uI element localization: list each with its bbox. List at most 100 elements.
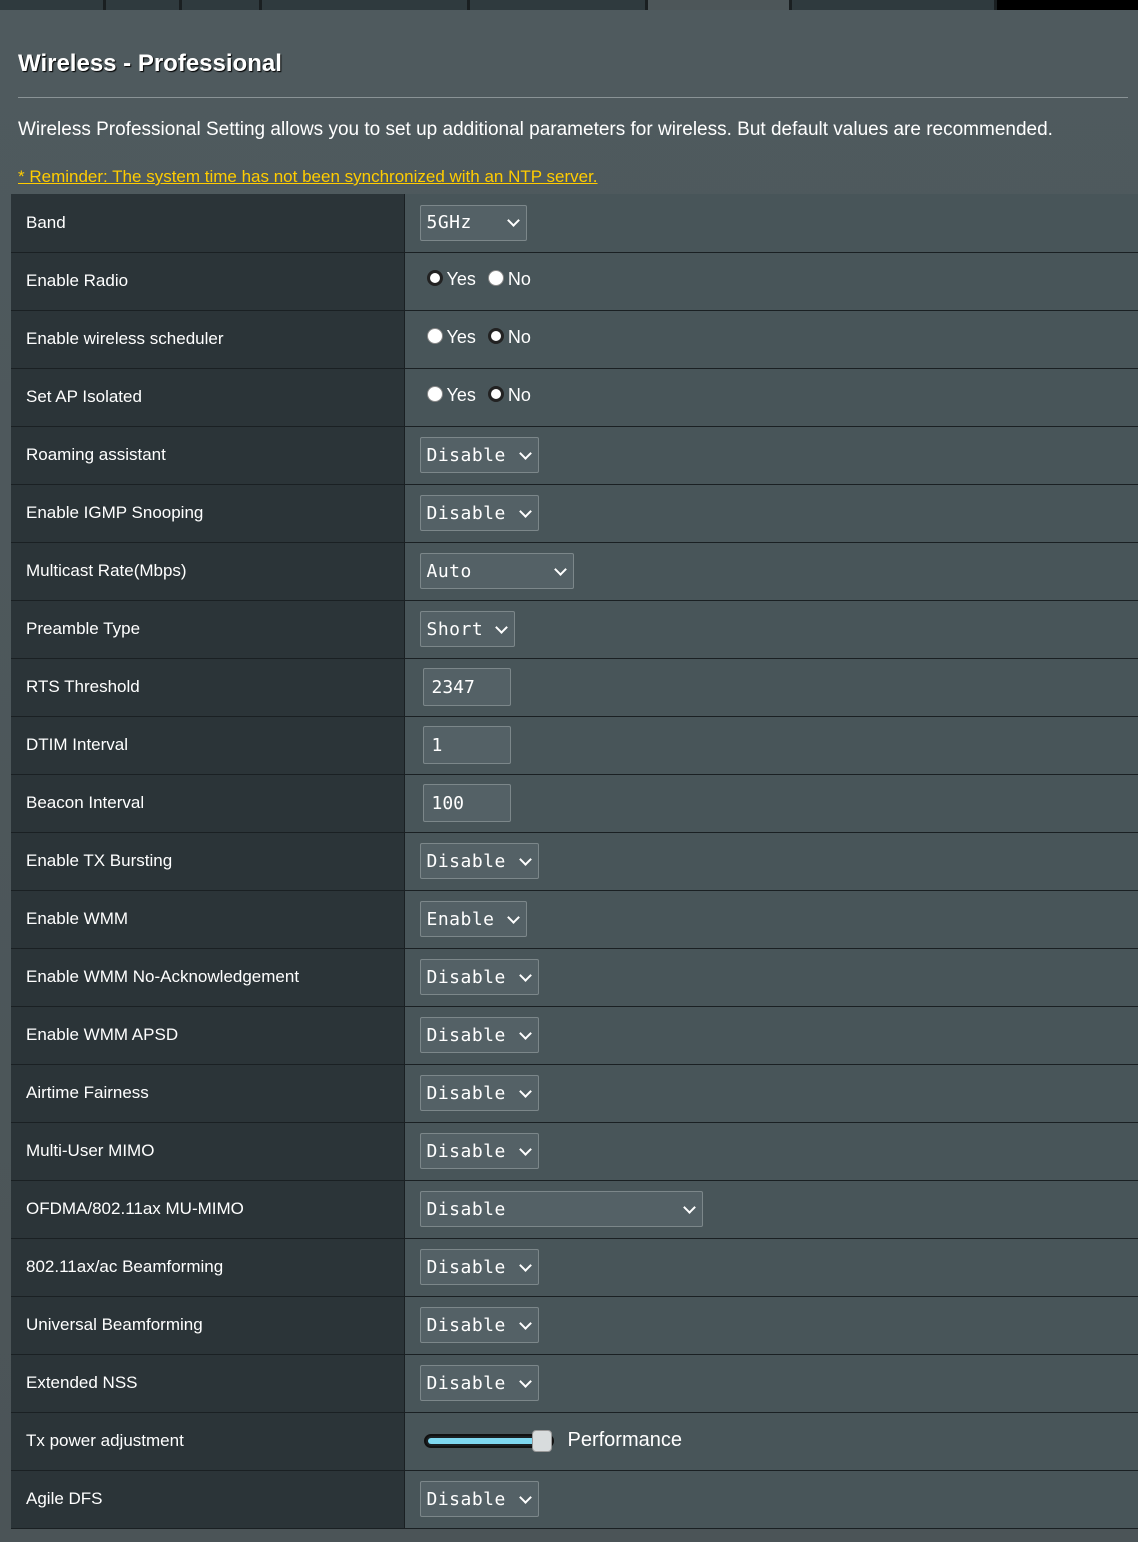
page-description: Wireless Professional Setting allows you…	[18, 119, 1053, 140]
row-multicast-rate: Multicast Rate(Mbps) Auto	[11, 542, 1138, 601]
tx-power-slider-fill	[427, 1437, 544, 1444]
tab-1[interactable]	[0, 0, 106, 10]
beamforming-select[interactable]: Disable	[419, 1249, 539, 1285]
row-agile-dfs: Agile DFS Disable	[11, 1470, 1138, 1529]
ap-isolated-yes-label: Yes	[446, 385, 476, 406]
row-wmm-no-ack: Enable WMM No-Acknowledgement Disable	[11, 948, 1138, 1007]
preamble-type-value: Short	[426, 618, 484, 640]
chevron-down-icon	[506, 910, 520, 924]
ofdma-value: Disable	[426, 1198, 506, 1220]
tab-8[interactable]	[997, 0, 1138, 10]
tx-bursting-select[interactable]: Disable	[419, 843, 539, 879]
extended-nss-select[interactable]: Disable	[419, 1365, 539, 1401]
chevron-down-icon	[494, 620, 508, 634]
row-igmp-snooping: Enable IGMP Snooping Disable	[11, 484, 1138, 543]
igmp-snooping-select[interactable]: Disable	[419, 495, 539, 531]
ap-isolated-yes-radio[interactable]	[426, 385, 443, 402]
row-beacon-interval: Beacon Interval 100	[11, 774, 1138, 833]
multicast-rate-select[interactable]: Auto	[419, 553, 574, 589]
label-band: Band	[11, 194, 404, 253]
beacon-interval-input[interactable]: 100	[422, 784, 511, 822]
chevron-down-icon	[518, 1316, 532, 1330]
label-wmm: Enable WMM	[11, 890, 404, 949]
row-beamforming: 802.11ax/ac Beamforming Disable	[11, 1238, 1138, 1297]
label-preamble-type: Preamble Type	[11, 600, 404, 659]
title-divider	[18, 97, 1128, 98]
chevron-down-icon	[506, 214, 520, 228]
label-enable-radio: Enable Radio	[11, 252, 404, 311]
rts-threshold-input[interactable]: 2347	[422, 668, 511, 706]
row-universal-beamforming: Universal Beamforming Disable	[11, 1296, 1138, 1355]
label-extended-nss: Extended NSS	[11, 1354, 404, 1413]
chevron-down-icon	[518, 1374, 532, 1388]
band-select[interactable]: 5GHz	[419, 204, 527, 241]
chevron-down-icon	[518, 852, 532, 866]
label-agile-dfs: Agile DFS	[11, 1470, 404, 1529]
row-ofdma: OFDMA/802.11ax MU-MIMO Disable	[11, 1180, 1138, 1239]
chevron-down-icon	[518, 1026, 532, 1040]
extended-nss-value: Disable	[426, 1372, 506, 1394]
airtime-fairness-select[interactable]: Disable	[419, 1075, 539, 1111]
row-dtim-interval: DTIM Interval 1	[11, 716, 1138, 775]
wmm-value: Enable	[426, 908, 495, 930]
chevron-down-icon	[518, 1084, 532, 1098]
wmm-no-ack-value: Disable	[426, 966, 506, 988]
tab-5[interactable]	[470, 0, 648, 10]
row-wmm: Enable WMM Enable	[11, 890, 1138, 949]
dtim-interval-input[interactable]: 1	[422, 726, 511, 764]
row-tx-bursting: Enable TX Bursting Disable	[11, 832, 1138, 891]
tab-7[interactable]	[792, 0, 997, 10]
airtime-fairness-value: Disable	[426, 1082, 506, 1104]
tab-4[interactable]	[262, 0, 470, 10]
enable-radio-no-radio[interactable]	[487, 269, 504, 286]
scheduler-no-radio[interactable]	[487, 327, 504, 344]
tx-power-slider[interactable]	[423, 1429, 554, 1452]
tx-bursting-value: Disable	[426, 850, 506, 872]
row-enable-radio: Enable Radio Yes No	[11, 252, 1138, 311]
preamble-type-select[interactable]: Short	[419, 611, 515, 647]
chevron-down-icon	[518, 968, 532, 982]
wmm-apsd-select[interactable]: Disable	[419, 1017, 539, 1053]
agile-dfs-value: Disable	[426, 1488, 506, 1510]
ap-isolated-radio-group: Yes No	[426, 385, 543, 406]
label-roaming-assistant: Roaming assistant	[11, 426, 404, 485]
wmm-select[interactable]: Enable	[419, 901, 527, 937]
tab-professional[interactable]	[648, 0, 792, 10]
settings-page: Wireless - Professional Wireless Profess…	[0, 10, 1138, 1542]
top-tab-bar	[0, 0, 1138, 10]
universal-beamforming-select[interactable]: Disable	[419, 1307, 539, 1343]
tab-3[interactable]	[182, 0, 262, 10]
row-preamble-type: Preamble Type Short	[11, 600, 1138, 659]
enable-radio-no-label: No	[507, 269, 531, 290]
chevron-down-icon	[518, 504, 532, 518]
roaming-assistant-select[interactable]: Disable	[419, 437, 539, 473]
ap-isolated-no-radio[interactable]	[487, 385, 504, 402]
enable-radio-yes-label: Yes	[446, 269, 476, 290]
roaming-assistant-value: Disable	[426, 444, 506, 466]
scheduler-yes-radio[interactable]	[426, 327, 443, 344]
label-multicast-rate: Multicast Rate(Mbps)	[11, 542, 404, 601]
row-wmm-apsd: Enable WMM APSD Disable	[11, 1006, 1138, 1065]
row-airtime-fairness: Airtime Fairness Disable	[11, 1064, 1138, 1123]
tx-power-slider-thumb[interactable]	[531, 1429, 552, 1452]
chevron-down-icon	[553, 562, 567, 576]
label-beacon-interval: Beacon Interval	[11, 774, 404, 833]
ofdma-select[interactable]: Disable	[419, 1191, 703, 1227]
label-universal-beamforming: Universal Beamforming	[11, 1296, 404, 1355]
enable-radio-yes-radio[interactable]	[426, 269, 443, 286]
wmm-no-ack-select[interactable]: Disable	[419, 959, 539, 995]
chevron-down-icon	[518, 1490, 532, 1504]
label-tx-power: Tx power adjustment	[11, 1412, 404, 1471]
ntp-reminder-link[interactable]: * Reminder: The system time has not been…	[18, 167, 598, 187]
beamforming-value: Disable	[426, 1256, 506, 1278]
row-band: Band 5GHz	[11, 194, 1138, 253]
label-wmm-no-ack: Enable WMM No-Acknowledgement	[11, 948, 404, 1007]
label-rts-threshold: RTS Threshold	[11, 658, 404, 717]
label-wireless-scheduler: Enable wireless scheduler	[11, 310, 404, 369]
label-airtime-fairness: Airtime Fairness	[11, 1064, 404, 1123]
settings-table: Band 5GHz Enable Radio Yes No Enable wir…	[11, 194, 1138, 1529]
tab-2[interactable]	[106, 0, 182, 10]
row-tx-power: Tx power adjustment Performance	[11, 1412, 1138, 1471]
agile-dfs-select[interactable]: Disable	[419, 1481, 539, 1517]
mu-mimo-select[interactable]: Disable	[419, 1133, 539, 1169]
